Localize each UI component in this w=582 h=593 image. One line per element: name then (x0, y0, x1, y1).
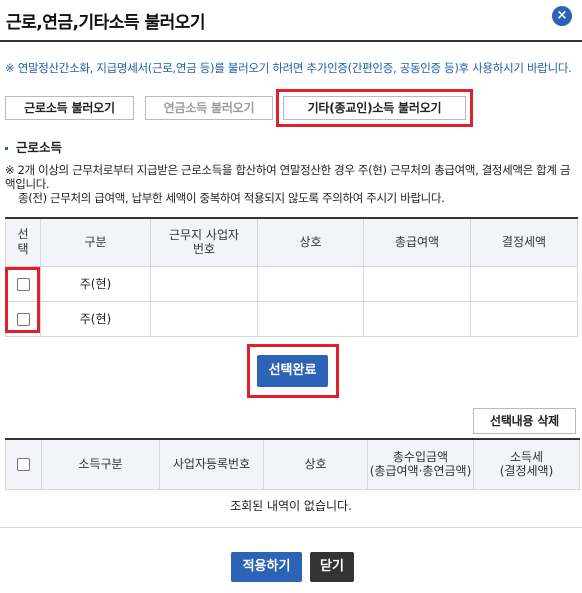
description-line-2: 종(전) 근무처의 급여액, 납부한 세액이 중복하여 적용되지 않도록 주의하… (18, 191, 445, 205)
header-select-all (5, 438, 42, 490)
load-pension-income-button[interactable]: 연금소득 불러오기 (145, 96, 273, 120)
bullet-icon (5, 147, 8, 150)
close-button[interactable]: 닫기 (310, 552, 354, 582)
select-done-button[interactable]: 선택완료 (257, 355, 328, 387)
header-determined-tax: 결정세액 (470, 217, 578, 267)
section-title: 근로소득 (5, 137, 62, 156)
divider (0, 527, 582, 528)
header-total-revenue-label: 총수입금액 (392, 450, 449, 465)
header-biz-no: 근무지 사업자번호 (150, 217, 258, 267)
dialog-title: 근로,연금,기타소득 불러오기 (6, 13, 206, 33)
select-all-checkbox[interactable] (17, 458, 30, 472)
row-biz-no (150, 265, 258, 302)
header-total-pay: 총급여액 (363, 217, 471, 267)
header-company-name: 상호 (263, 438, 368, 490)
auth-notice: ※ 연말정산간소화, 지급명세서(근로,연금 등)를 불러오기 하려면 추가인증… (5, 61, 572, 75)
earned-income-table: 선택 구분 근무지 사업자번호 상호 총급여액 결정세액 주(현) 주(현) (5, 217, 578, 337)
close-icon[interactable]: × (552, 6, 572, 26)
row-type: 주(현) (40, 265, 151, 302)
description-line-1: ※ 2개 이상의 근무처로부터 지급받은 근로소득을 합산하여 연말정산한 경우… (5, 163, 571, 191)
load-other-income-button[interactable]: 기타(종교인)소득 불러오기 (283, 96, 466, 120)
row-company-name (257, 300, 364, 337)
table-header-row: 소득구분 사업자등록번호 상호 총수입금액 (총급여액·총연금액) 소득세 (결… (5, 438, 580, 490)
delete-selected-button[interactable]: 선택내용 삭제 (473, 408, 576, 434)
row-company-name (257, 265, 364, 302)
table-header-row: 선택 구분 근무지 사업자번호 상호 총급여액 결정세액 (5, 217, 578, 267)
header-total-revenue: 총수입금액 (총급여액·총연금액) (367, 438, 474, 490)
row-biz-no (150, 300, 258, 337)
row-determined-tax (470, 300, 578, 337)
title-bar: 근로,연금,기타소득 불러오기 × (0, 0, 582, 42)
row-total-pay (363, 300, 471, 337)
header-income-tax: 소득세 (결정세액) (473, 438, 580, 490)
income-summary-table: 소득구분 사업자등록번호 상호 총수입금액 (총급여액·총연금액) 소득세 (결… (5, 438, 580, 490)
header-income-tax-sub: (결정세액) (499, 464, 554, 479)
header-income-type: 소득구분 (41, 438, 160, 490)
header-biz-reg-no: 사업자등록번호 (159, 438, 264, 490)
table-row: 주(현) (5, 265, 578, 302)
row-total-pay (363, 265, 471, 302)
header-company-name: 상호 (257, 217, 364, 267)
header-type: 구분 (40, 217, 151, 267)
empty-message: 조회된 내역이 없습니다. (230, 499, 352, 513)
header-income-tax-label: 소득세 (509, 450, 544, 465)
section-title-label: 근로소득 (16, 140, 63, 155)
header-total-revenue-sub: (총급여액·총연금액) (369, 464, 472, 479)
header-select: 선택 (5, 217, 41, 267)
row-determined-tax (470, 265, 578, 302)
section-description: ※ 2개 이상의 근무처로부터 지급받은 근로소득을 합산하여 연말정산한 경우… (5, 163, 580, 205)
apply-button[interactable]: 적용하기 (231, 552, 302, 582)
load-earned-income-button[interactable]: 근로소득 불러오기 (5, 96, 134, 120)
highlight-box-checkboxes (5, 267, 40, 333)
row-type: 주(현) (40, 300, 151, 337)
table-row: 주(현) (5, 300, 578, 337)
